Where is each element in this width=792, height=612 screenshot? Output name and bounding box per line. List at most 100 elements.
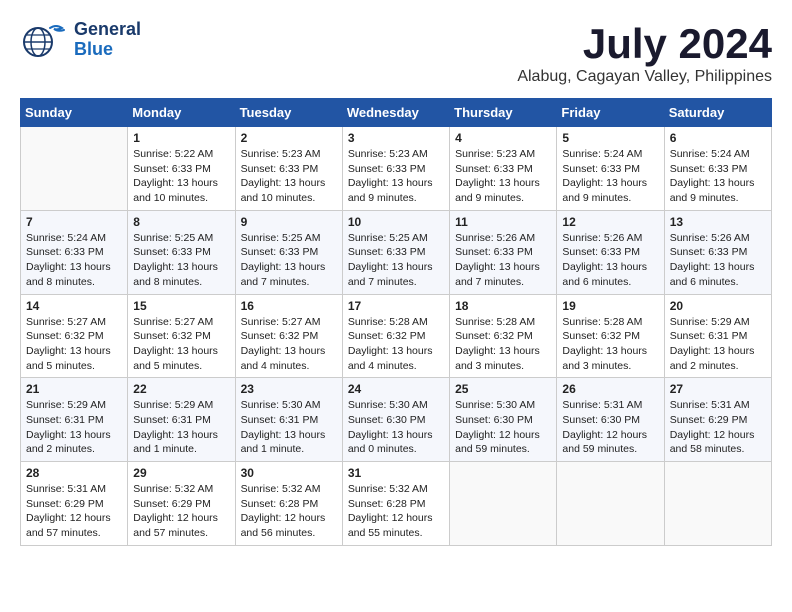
calendar-cell: 17Sunrise: 5:28 AMSunset: 6:32 PMDayligh… — [342, 294, 449, 378]
day-number: 17 — [348, 299, 444, 313]
day-info-line: and 4 minutes. — [348, 360, 417, 372]
day-info: Sunrise: 5:22 AMSunset: 6:33 PMDaylight:… — [133, 147, 229, 206]
day-info-line: and 58 minutes. — [670, 443, 745, 455]
day-number: 9 — [241, 215, 337, 229]
day-number: 25 — [455, 382, 551, 396]
day-info-line: Sunset: 6:31 PM — [670, 330, 748, 342]
day-info-line: and 7 minutes. — [241, 276, 310, 288]
day-info-line: Daylight: 13 hours — [26, 429, 111, 441]
day-number: 22 — [133, 382, 229, 396]
day-info-line: Sunrise: 5:25 AM — [133, 232, 213, 244]
day-info-line: and 2 minutes. — [26, 443, 95, 455]
day-info-line: Sunrise: 5:30 AM — [241, 399, 321, 411]
day-info: Sunrise: 5:25 AMSunset: 6:33 PMDaylight:… — [133, 231, 229, 290]
day-info-line: Daylight: 13 hours — [670, 177, 755, 189]
day-info-line: Sunrise: 5:32 AM — [133, 483, 213, 495]
day-info-line: Daylight: 13 hours — [562, 177, 647, 189]
day-number: 29 — [133, 466, 229, 480]
day-info-line: Daylight: 13 hours — [133, 429, 218, 441]
day-info: Sunrise: 5:31 AMSunset: 6:30 PMDaylight:… — [562, 398, 658, 457]
day-info-line: Daylight: 13 hours — [455, 177, 540, 189]
day-number: 11 — [455, 215, 551, 229]
day-info-line: Sunset: 6:30 PM — [348, 414, 426, 426]
day-info-line: Daylight: 13 hours — [562, 261, 647, 273]
day-info-line: Daylight: 13 hours — [133, 177, 218, 189]
calendar-cell: 13Sunrise: 5:26 AMSunset: 6:33 PMDayligh… — [664, 210, 771, 294]
day-info-line: Sunrise: 5:29 AM — [133, 399, 213, 411]
day-number: 20 — [670, 299, 766, 313]
day-number: 13 — [670, 215, 766, 229]
calendar-cell: 26Sunrise: 5:31 AMSunset: 6:30 PMDayligh… — [557, 378, 664, 462]
weekday-header-thursday: Thursday — [450, 99, 557, 127]
day-info-line: Sunset: 6:33 PM — [348, 163, 426, 175]
day-number: 21 — [26, 382, 122, 396]
day-info-line: Sunrise: 5:23 AM — [348, 148, 428, 160]
day-info-line: Daylight: 13 hours — [241, 177, 326, 189]
logo-blue: Blue — [74, 40, 141, 60]
day-info-line: Daylight: 12 hours — [133, 512, 218, 524]
day-info: Sunrise: 5:27 AMSunset: 6:32 PMDaylight:… — [133, 315, 229, 374]
calendar-cell: 18 Sunrise: 5:28 AMSunset: 6:32 PMDayligh… — [450, 294, 557, 378]
day-number: 18 — [455, 299, 551, 313]
day-info-line: Sunrise: 5:28 AM — [562, 316, 642, 328]
calendar-cell: 20Sunrise: 5:29 AMSunset: 6:31 PMDayligh… — [664, 294, 771, 378]
day-number: 15 — [133, 299, 229, 313]
day-info-line: Sunset: 6:32 PM — [562, 330, 640, 342]
day-info-line: Sunrise: 5:26 AM — [562, 232, 642, 244]
day-info: Sunrise: 5:30 AMSunset: 6:30 PMDaylight:… — [348, 398, 444, 457]
day-info-line: Daylight: 13 hours — [455, 345, 540, 357]
day-number: 16 — [241, 299, 337, 313]
day-info-line: Daylight: 12 hours — [241, 512, 326, 524]
day-info-line: Sunrise: 5:27 AM — [133, 316, 213, 328]
day-info-line: and 9 minutes. — [670, 192, 739, 204]
calendar-cell: 5Sunrise: 5:24 AMSunset: 6:33 PMDaylight… — [557, 127, 664, 211]
day-info-line: Sunrise: 5:30 AM — [455, 399, 535, 411]
day-info: Sunrise: 5:25 AMSunset: 6:33 PMDaylight:… — [348, 231, 444, 290]
calendar-cell: 16Sunrise: 5:27 AMSunset: 6:32 PMDayligh… — [235, 294, 342, 378]
day-info-line: and 5 minutes. — [133, 360, 202, 372]
day-info: Sunrise: 5:29 AMSunset: 6:31 PMDaylight:… — [26, 398, 122, 457]
day-info-line: Sunrise: 5:28 AM — [455, 316, 535, 328]
day-info-line: Daylight: 13 hours — [133, 345, 218, 357]
day-info-line: and 1 minute. — [241, 443, 305, 455]
day-info-line: and 59 minutes. — [455, 443, 530, 455]
day-info-line: Sunrise: 5:29 AM — [26, 399, 106, 411]
calendar-cell — [557, 462, 664, 546]
day-info-line: Sunrise: 5:26 AM — [455, 232, 535, 244]
day-info-line: Sunset: 6:33 PM — [348, 246, 426, 258]
day-info: Sunrise: 5:30 AMSunset: 6:30 PMDaylight:… — [455, 398, 551, 457]
day-info-line: and 8 minutes. — [133, 276, 202, 288]
day-info: Sunrise: 5:28 AMSunset: 6:32 PMDaylight:… — [455, 315, 551, 374]
calendar-cell: 28Sunrise: 5:31 AMSunset: 6:29 PMDayligh… — [21, 462, 128, 546]
day-info-line: Sunrise: 5:31 AM — [562, 399, 642, 411]
calendar-cell: 27Sunrise: 5:31 AMSunset: 6:29 PMDayligh… — [664, 378, 771, 462]
calendar-cell: 23Sunrise: 5:30 AMSunset: 6:31 PMDayligh… — [235, 378, 342, 462]
day-number: 26 — [562, 382, 658, 396]
day-info-line: Daylight: 12 hours — [670, 429, 755, 441]
day-info-line: Sunset: 6:33 PM — [562, 163, 640, 175]
day-info-line: and 57 minutes. — [26, 527, 101, 539]
day-info-line: and 10 minutes. — [241, 192, 316, 204]
weekday-header-sunday: Sunday — [21, 99, 128, 127]
day-number: 24 — [348, 382, 444, 396]
day-info-line: Sunset: 6:31 PM — [241, 414, 319, 426]
day-info-line: and 57 minutes. — [133, 527, 208, 539]
day-info-line: Sunset: 6:33 PM — [26, 246, 104, 258]
day-info-line: Sunrise: 5:32 AM — [348, 483, 428, 495]
day-info-line: and 8 minutes. — [26, 276, 95, 288]
day-info-line: Sunrise: 5:32 AM — [241, 483, 321, 495]
day-info-line: Sunset: 6:30 PM — [562, 414, 640, 426]
calendar-cell: 7Sunrise: 5:24 AMSunset: 6:33 PMDaylight… — [21, 210, 128, 294]
day-info-line: Sunrise: 5:25 AM — [348, 232, 428, 244]
day-info-line: Daylight: 13 hours — [670, 261, 755, 273]
day-info: Sunrise: 5:31 AMSunset: 6:29 PMDaylight:… — [670, 398, 766, 457]
day-info-line: Sunrise: 5:23 AM — [241, 148, 321, 160]
day-info-line: Daylight: 13 hours — [348, 429, 433, 441]
day-number: 14 — [26, 299, 122, 313]
calendar-cell: 15 Sunrise: 5:27 AMSunset: 6:32 PMDayligh… — [128, 294, 235, 378]
day-number: 10 — [348, 215, 444, 229]
day-info-line: Sunrise: 5:23 AM — [455, 148, 535, 160]
day-info-line: Sunset: 6:29 PM — [670, 414, 748, 426]
weekday-header-wednesday: Wednesday — [342, 99, 449, 127]
day-info-line: Sunrise: 5:29 AM — [670, 316, 750, 328]
